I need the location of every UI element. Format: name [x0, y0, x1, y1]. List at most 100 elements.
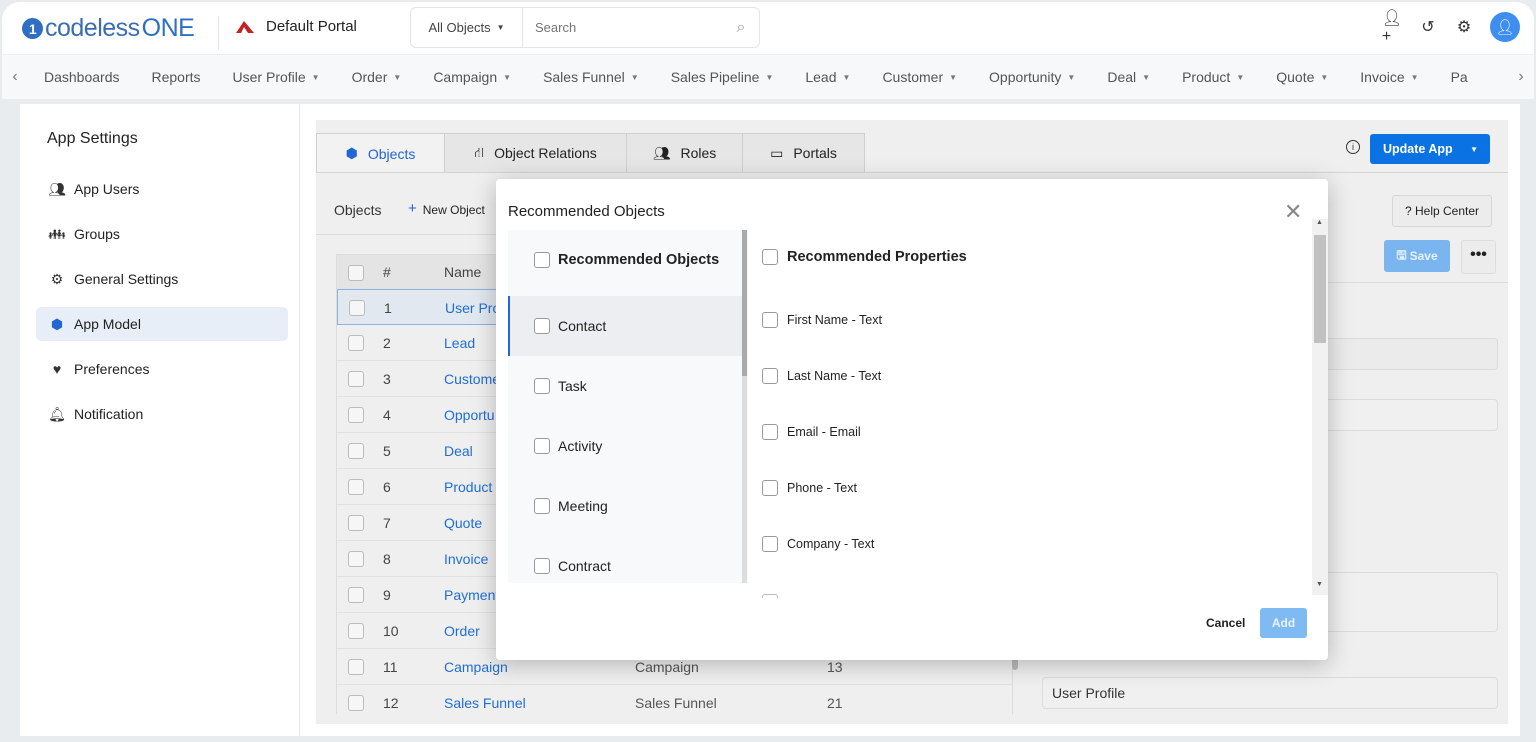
add-user-icon[interactable]: 👤︎+ — [1382, 10, 1402, 45]
object-name-link[interactable]: Sales Funnel — [444, 695, 526, 711]
add-button[interactable]: Add — [1260, 608, 1307, 638]
nav-item[interactable]: Product ▼ — [1166, 69, 1260, 85]
object-name-link[interactable]: Campaign — [444, 659, 508, 675]
checkbox[interactable] — [762, 536, 778, 552]
object-name-link[interactable]: Invoice — [444, 551, 488, 567]
nav-item[interactable]: Sales Funnel ▼ — [527, 69, 655, 85]
tab-objects[interactable]: ⬢ Objects — [316, 133, 445, 173]
nav-item[interactable]: Campaign ▼ — [417, 69, 527, 85]
checkbox[interactable] — [534, 558, 550, 574]
close-icon[interactable]: ✕ — [1284, 199, 1302, 225]
column-header[interactable]: Name — [444, 264, 481, 280]
object-name-link[interactable]: Payment — [444, 587, 499, 603]
recommended-property-item[interactable]: Phone - Text — [762, 480, 857, 496]
caret-down-icon[interactable]: ▼ — [1470, 145, 1478, 154]
update-app-button[interactable]: Update App ▼ — [1370, 134, 1490, 164]
checkbox[interactable] — [534, 498, 550, 514]
object-name-link[interactable]: Order — [444, 623, 480, 639]
portal-selector[interactable]: Default Portal — [234, 18, 357, 35]
row-checkbox[interactable] — [348, 479, 364, 495]
checkbox[interactable] — [534, 318, 550, 334]
nav-item[interactable]: Lead ▼ — [789, 69, 866, 85]
sidebar-item-notification[interactable]: 🔔︎ Notification — [36, 397, 288, 431]
row-checkbox[interactable] — [348, 695, 364, 711]
row-checkbox[interactable] — [348, 335, 364, 351]
sidebar-item-app-model[interactable]: ⬢ App Model — [36, 307, 288, 341]
select-all-properties[interactable]: Recommended Properties — [762, 249, 967, 265]
nav-item[interactable]: Opportunity ▼ — [973, 69, 1091, 85]
search-scope-dropdown[interactable]: All Objects ▼ — [411, 8, 523, 47]
nav-scroll-left-icon[interactable]: ‹ — [2, 68, 28, 86]
checkbox[interactable] — [762, 368, 778, 384]
recommended-property-item[interactable]: First Name - Text — [762, 312, 882, 328]
recommended-object-item[interactable]: Contract — [508, 536, 744, 583]
new-object-button[interactable]: + New Object — [408, 201, 485, 217]
sidebar-item-groups[interactable]: 👪︎ Groups — [36, 217, 288, 251]
recommended-property-item[interactable]: Company - Text — [762, 536, 874, 552]
nav-item[interactable]: Pa — [1435, 69, 1484, 85]
row-checkbox[interactable] — [348, 623, 364, 639]
object-name-link[interactable]: Opportu — [444, 407, 495, 423]
sidebar-item-general-settings[interactable]: ⚙ General Settings — [36, 262, 288, 296]
sidebar-item-app-users[interactable]: 👥︎ App Users — [36, 172, 288, 206]
nav-scroll-right-icon[interactable]: › — [1508, 68, 1534, 86]
help-center-button[interactable]: ? Help Center — [1392, 195, 1492, 227]
avatar[interactable]: 👤︎ — [1490, 12, 1520, 42]
search-icon[interactable]: ⌕ — [723, 19, 759, 37]
checkbox[interactable] — [762, 594, 778, 598]
table-row[interactable]: 12 Sales Funnel Sales Funnel 21 — [337, 685, 1012, 714]
row-checkbox[interactable] — [348, 407, 364, 423]
nav-item[interactable]: Dashboards — [28, 69, 136, 85]
checkbox[interactable] — [762, 249, 778, 265]
row-checkbox[interactable] — [348, 551, 364, 567]
nav-item[interactable]: Customer ▼ — [866, 69, 973, 85]
select-all-objects[interactable]: Recommended Objects — [508, 230, 744, 290]
history-icon[interactable]: ↺ — [1418, 17, 1438, 37]
properties-scrollbar[interactable]: ▲ ▼ — [1312, 219, 1328, 595]
row-checkbox[interactable] — [348, 587, 364, 603]
object-name-link[interactable]: User Pro — [445, 300, 500, 316]
tab-object-relations[interactable]: ⛙ Object Relations — [444, 133, 627, 173]
tab-portals[interactable]: ▭ Portals — [742, 133, 865, 173]
row-checkbox[interactable] — [348, 443, 364, 459]
nav-item[interactable]: Deal ▼ — [1091, 69, 1166, 85]
object-name-link[interactable]: Deal — [444, 443, 473, 459]
list-scrollbar[interactable] — [742, 230, 747, 583]
nav-item[interactable]: Invoice ▼ — [1344, 69, 1434, 85]
recommended-object-item[interactable]: Meeting — [508, 476, 744, 536]
nav-item[interactable]: Reports — [136, 69, 217, 85]
recommended-object-item[interactable]: Task — [508, 356, 744, 416]
cancel-button[interactable]: Cancel — [1206, 616, 1245, 630]
tab-roles[interactable]: 👥︎ Roles — [626, 133, 743, 173]
gear-icon[interactable]: ⚙ — [1454, 17, 1474, 37]
checkbox[interactable] — [534, 378, 550, 394]
checkbox[interactable] — [762, 312, 778, 328]
recommended-property-item[interactable]: Email - Email — [762, 424, 861, 440]
object-name-link[interactable]: Lead — [444, 335, 475, 351]
row-checkbox[interactable] — [348, 371, 364, 387]
search-input[interactable] — [523, 20, 723, 35]
checkbox[interactable] — [534, 252, 550, 268]
recommended-object-item[interactable]: Contact — [508, 296, 744, 356]
checkbox[interactable] — [762, 480, 778, 496]
row-checkbox[interactable] — [349, 300, 365, 316]
recommended-object-item[interactable]: Activity — [508, 416, 744, 476]
logo[interactable]: 1 codeless ONE — [22, 14, 195, 43]
row-checkbox[interactable] — [348, 515, 364, 531]
nav-item[interactable]: Order ▼ — [336, 69, 418, 85]
object-name-link[interactable]: Product — [444, 479, 492, 495]
nav-item[interactable]: Quote ▼ — [1260, 69, 1344, 85]
save-button[interactable]: 🖫︎ Save — [1384, 240, 1450, 272]
info-icon[interactable]: i — [1346, 140, 1360, 154]
recommended-property-item[interactable]: Last Name - Text — [762, 368, 881, 384]
row-checkbox[interactable] — [348, 659, 364, 675]
nav-item[interactable]: User Profile ▼ — [217, 69, 336, 85]
object-name-link[interactable]: Custome — [444, 371, 500, 387]
detail-field[interactable]: User Profile — [1042, 677, 1498, 709]
nav-item[interactable]: Sales Pipeline ▼ — [655, 69, 790, 85]
checkbox[interactable] — [534, 438, 550, 454]
select-all-checkbox[interactable] — [348, 265, 364, 281]
checkbox[interactable] — [762, 424, 778, 440]
more-options-button[interactable]: ••• — [1461, 240, 1496, 274]
object-name-link[interactable]: Quote — [444, 515, 482, 531]
